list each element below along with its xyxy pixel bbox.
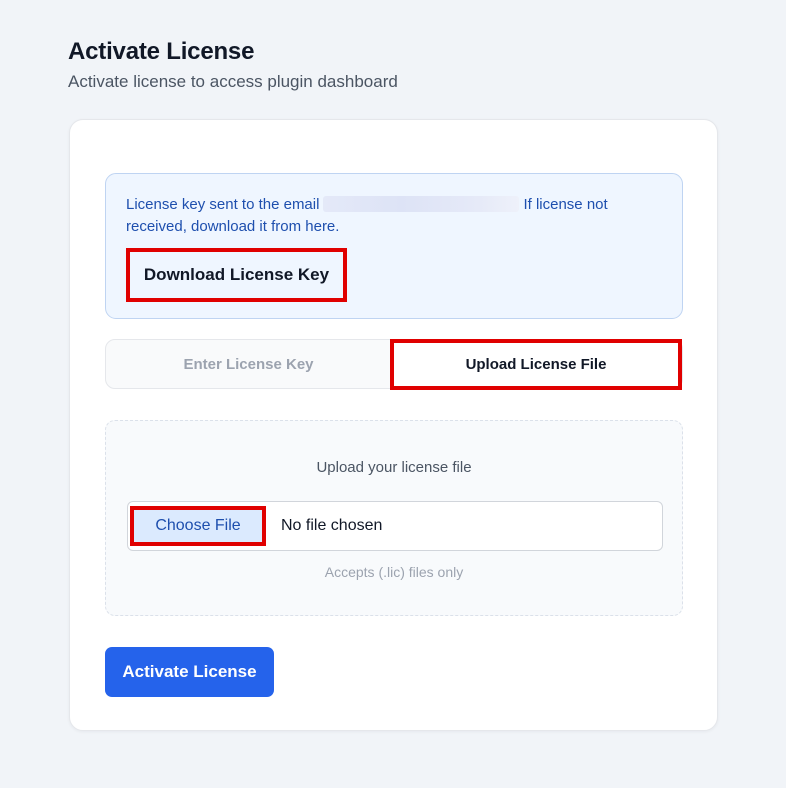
tab-enter-license-key[interactable]: Enter License Key [106, 340, 391, 388]
license-method-tabs: Enter License Key Upload License File [105, 339, 683, 390]
activate-license-button[interactable]: Activate License [105, 647, 274, 697]
redacted-email [323, 196, 520, 212]
download-license-key-button[interactable]: Download License Key [126, 248, 347, 302]
upload-prompt: Upload your license file [316, 459, 472, 476]
choose-file-button[interactable]: Choose File [130, 506, 266, 546]
accepted-file-types-hint: Accepts (.lic) files only [324, 564, 464, 580]
license-card: License key sent to the email If license … [69, 119, 718, 731]
info-text-before-email: License key sent to the email [126, 196, 320, 213]
file-status-text: No file chosen [281, 517, 383, 534]
page-subtitle: Activate license to access plugin dashbo… [68, 72, 398, 91]
license-info-text: License key sent to the email If license … [126, 194, 656, 238]
tab-upload-license-file[interactable]: Upload License File [390, 339, 682, 390]
page-title: Activate License [68, 38, 255, 65]
license-upload-zone[interactable]: Upload your license file Choose File No … [105, 420, 683, 616]
license-info-box: License key sent to the email If license … [105, 173, 683, 319]
license-file-input[interactable]: Choose File No file chosen [127, 501, 663, 551]
